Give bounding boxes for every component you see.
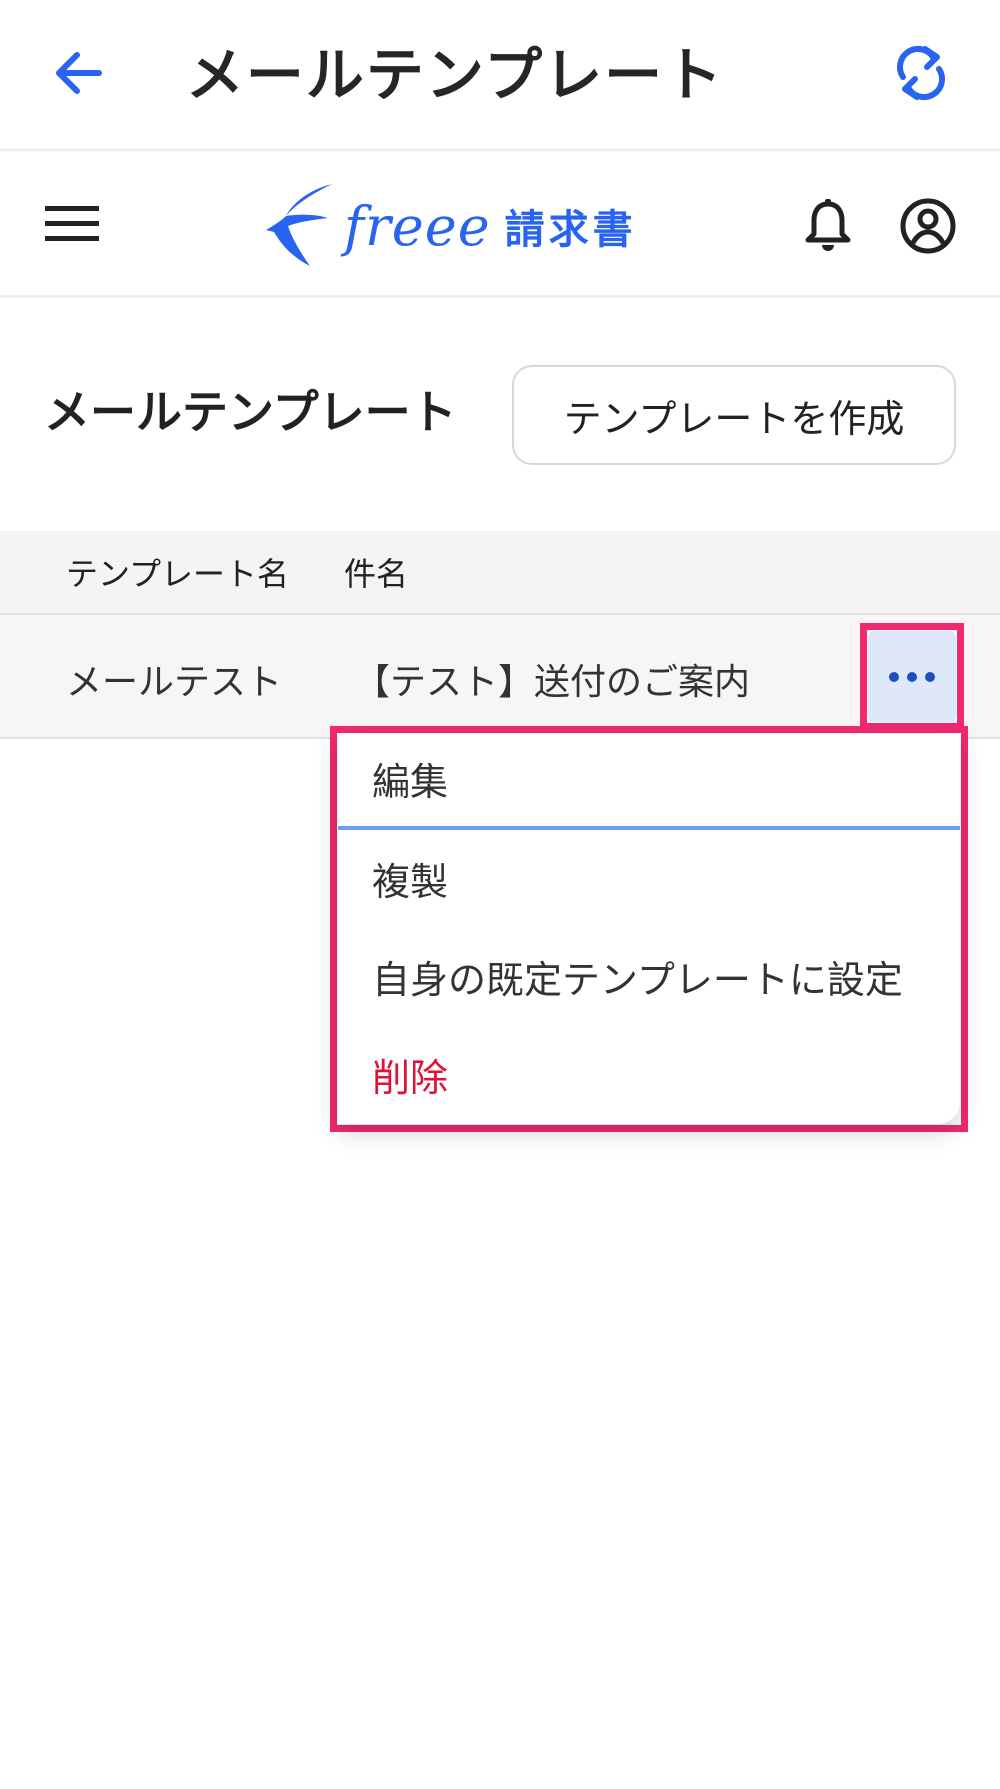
menu-item-duplicate[interactable]: 複製	[338, 834, 960, 930]
logo-brand: freee	[344, 194, 491, 258]
bird-logo-icon	[266, 184, 332, 266]
account-button[interactable]	[892, 190, 964, 262]
refresh-button[interactable]	[886, 38, 956, 108]
app-bar-title: メールテンプレート	[185, 41, 725, 109]
table-header: テンプレート名 件名	[0, 531, 1000, 615]
more-horizontal-icon	[889, 671, 935, 682]
actions-dropdown-menu: 編集 複製 自身の既定テンプレートに設定 削除	[338, 734, 960, 1124]
account-circle-icon	[900, 198, 956, 254]
hamburger-menu-icon	[45, 206, 99, 241]
app-bar: メールテンプレート	[0, 0, 1000, 150]
cell-subject: 【テスト】送付のご案内	[354, 662, 751, 703]
cell-template-name: メールテスト	[66, 662, 283, 703]
create-template-button[interactable]: テンプレートを作成	[512, 365, 956, 465]
column-header-template-name: テンプレート名	[66, 555, 290, 593]
page-title: メールテンプレート	[44, 385, 457, 439]
freee-logo[interactable]: freee 請求書	[262, 176, 662, 276]
column-header-subject: 件名	[344, 555, 409, 593]
logo-product: 請求書	[504, 207, 637, 253]
bell-icon	[805, 199, 851, 251]
menu-item-set-default[interactable]: 自身の既定テンプレートに設定	[338, 932, 960, 1028]
more-actions-button[interactable]	[868, 631, 956, 722]
refresh-icon	[896, 46, 946, 100]
notifications-button[interactable]	[792, 190, 864, 262]
menu-item-edit[interactable]: 編集	[338, 734, 960, 830]
page: メールテンプレート freee 請求書 メールテンプレート テンプレートを作成 …	[0, 0, 1000, 1789]
template-table: テンプレート名 件名 メールテスト 【テスト】送付のご案内	[0, 531, 1000, 739]
menu-button[interactable]	[36, 188, 108, 260]
site-header: freee 請求書	[0, 152, 1000, 298]
table-row[interactable]: メールテスト 【テスト】送付のご案内	[0, 615, 1000, 739]
menu-item-delete[interactable]: 削除	[338, 1030, 960, 1126]
